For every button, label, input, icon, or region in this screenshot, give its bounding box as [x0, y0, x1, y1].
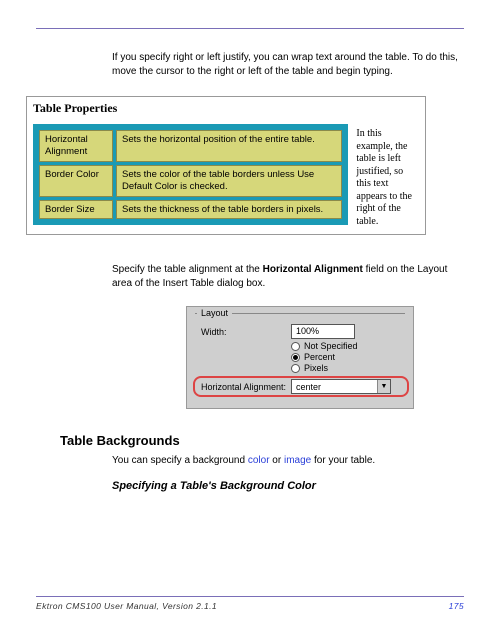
para3-post: for your table. — [311, 455, 375, 466]
footer-rule — [36, 596, 464, 597]
para-backgrounds: You can specify a background color or im… — [112, 454, 460, 468]
heading-table-backgrounds: Table Backgrounds — [60, 433, 464, 448]
halign-value: center — [296, 382, 321, 392]
figure-layout-dialog: Layout Width: 100% Not Specified Percent… — [186, 306, 414, 409]
chevron-down-icon: ▼ — [377, 380, 390, 393]
footer-row: Ektron CMS100 User Manual, Version 2.1.1… — [36, 601, 464, 611]
radio-icon — [291, 342, 300, 351]
para3-pre: You can specify a background — [112, 455, 248, 466]
prop-desc: Sets the horizontal position of the enti… — [116, 130, 342, 162]
prop-label: Border Color — [39, 165, 113, 197]
width-label: Width: — [201, 327, 291, 337]
heading-specifying-bg-color: Specifying a Table's Background Color — [112, 480, 464, 492]
intro-paragraph: If you specify right or left justify, yo… — [112, 51, 460, 78]
fig1-title: Table Properties — [27, 97, 425, 120]
radio-not-specified[interactable]: Not Specified — [291, 341, 405, 351]
table-row: Border Size Sets the thickness of the ta… — [39, 200, 342, 220]
prop-label: Border Size — [39, 200, 113, 220]
halign-label: Horizontal Alignment: — [201, 382, 291, 392]
top-rule — [36, 28, 464, 29]
footer-page-number: 175 — [449, 601, 464, 611]
link-color[interactable]: color — [248, 455, 270, 466]
prop-label: Horizontal Alignment — [39, 130, 113, 162]
radio-label: Not Specified — [304, 341, 358, 351]
para2-bold: Horizontal Alignment — [263, 264, 363, 275]
para-alignment-note: Specify the table alignment at the Horiz… — [112, 263, 460, 290]
fig1-body: Horizontal Alignment Sets the horizontal… — [27, 120, 425, 234]
figure-table-properties: Table Properties Horizontal Alignment Se… — [26, 96, 426, 235]
width-input[interactable]: 100% — [291, 324, 355, 339]
halign-row: Horizontal Alignment: center ▼ — [195, 379, 405, 394]
para3-text: You can specify a background color or im… — [112, 454, 460, 468]
halign-select[interactable]: center ▼ — [291, 379, 391, 394]
fig1-caption: In this example, the table is left justi… — [356, 124, 419, 228]
page-footer: Ektron CMS100 User Manual, Version 2.1.1… — [36, 596, 464, 611]
table-row: Border Color Sets the color of the table… — [39, 165, 342, 197]
layout-group: Layout Width: 100% Not Specified Percent… — [195, 313, 405, 394]
radio-percent[interactable]: Percent — [291, 352, 405, 362]
layout-legend: Layout — [197, 308, 232, 318]
radio-label: Percent — [304, 352, 335, 362]
para2-text: Specify the table alignment at the Horiz… — [112, 263, 460, 290]
radio-label: Pixels — [304, 363, 328, 373]
prop-desc: Sets the color of the table borders unle… — [116, 165, 342, 197]
radio-pixels[interactable]: Pixels — [291, 363, 405, 373]
para3-mid: or — [270, 455, 284, 466]
properties-table: Horizontal Alignment Sets the horizontal… — [33, 124, 348, 225]
width-row: Width: 100% — [195, 324, 405, 339]
footer-title: Ektron CMS100 User Manual, Version 2.1.1 — [36, 601, 217, 611]
radio-icon — [291, 364, 300, 373]
radio-icon — [291, 353, 300, 362]
intro-block: If you specify right or left justify, yo… — [112, 51, 460, 78]
table-row: Horizontal Alignment Sets the horizontal… — [39, 130, 342, 162]
para2-pre: Specify the table alignment at the — [112, 264, 263, 275]
width-unit-radios: Not Specified Percent Pixels — [291, 341, 405, 373]
link-image[interactable]: image — [284, 455, 311, 466]
prop-desc: Sets the thickness of the table borders … — [116, 200, 342, 220]
